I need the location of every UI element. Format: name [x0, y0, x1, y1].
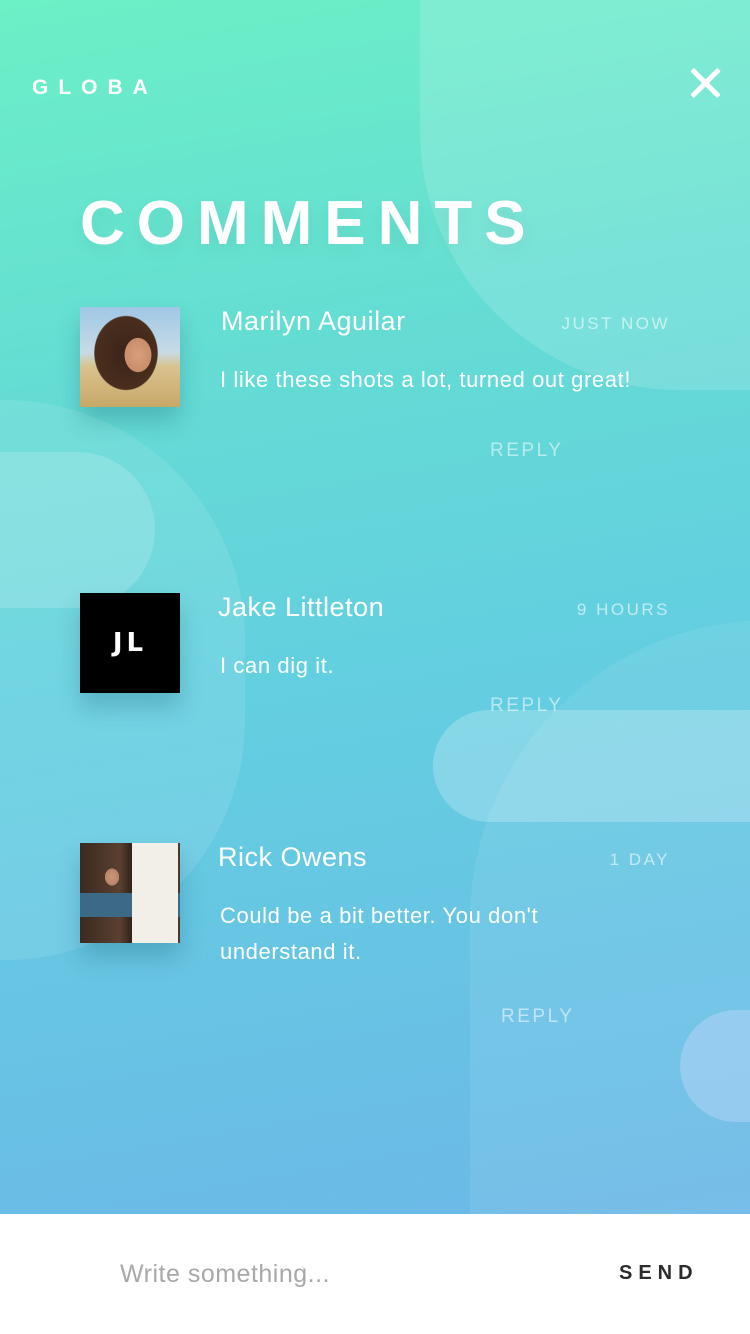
comment-text: I can dig it. — [220, 653, 335, 678]
comment-text: I like these shots a lot, turned out gre… — [220, 367, 632, 392]
background-shape — [433, 710, 750, 822]
send-button[interactable]: SEND — [619, 1262, 699, 1285]
page-title: COMMENTS — [80, 189, 538, 258]
comment-text: Could be a bit better. You don't underst… — [220, 903, 539, 964]
comment-timestamp: 9 HOURS — [576, 600, 670, 619]
close-icon[interactable] — [684, 62, 726, 104]
avatar[interactable] — [80, 307, 180, 407]
reply-button[interactable]: REPLY — [501, 1006, 574, 1028]
comment-timestamp: 1 DAY — [609, 850, 670, 869]
avatar[interactable] — [80, 843, 180, 943]
comment-composer: SEND — [0, 1214, 750, 1334]
comment-input[interactable] — [120, 1254, 550, 1294]
comments-screen: GLOBA COMMENTS Marilyn Aguilar JUST NOW … — [0, 0, 750, 1214]
background-shape — [680, 1010, 750, 1122]
brand-logo: GLOBA — [32, 76, 158, 99]
avatar[interactable]: JL — [80, 593, 180, 693]
comment-timestamp: JUST NOW — [561, 314, 670, 333]
background-shape — [0, 452, 155, 608]
reply-button[interactable]: REPLY — [490, 440, 563, 462]
comment-author[interactable]: Jake Littleton — [218, 592, 384, 623]
avatar-initials: JL — [112, 628, 148, 658]
comment-author[interactable]: Rick Owens — [218, 842, 367, 873]
comment-author[interactable]: Marilyn Aguilar — [221, 306, 406, 337]
reply-button[interactable]: REPLY — [490, 695, 563, 717]
